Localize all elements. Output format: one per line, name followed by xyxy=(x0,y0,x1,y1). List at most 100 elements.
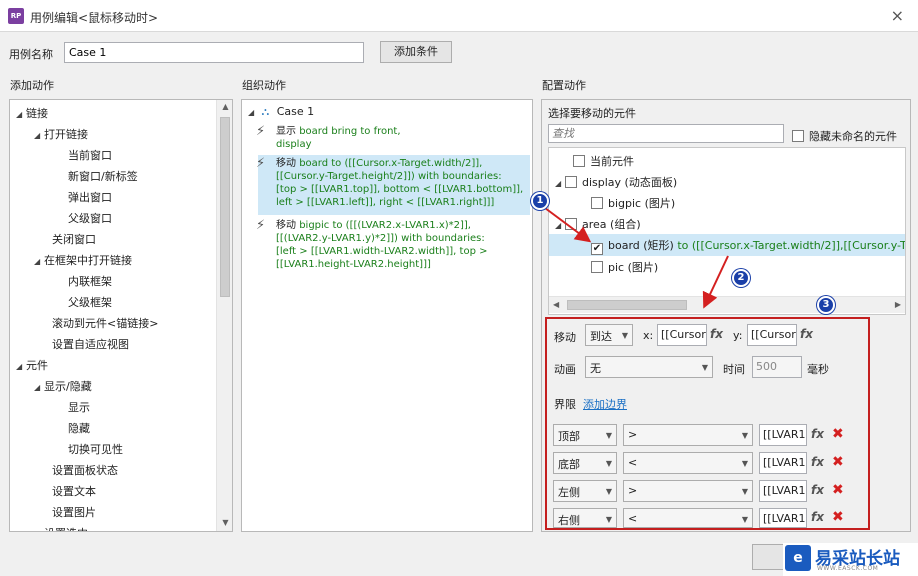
bound-value-input[interactable]: [[LVAR1. xyxy=(759,480,807,502)
bound-value-input[interactable]: [[LVAR1. xyxy=(759,452,807,474)
time-input[interactable]: 500 xyxy=(752,356,802,378)
collapse-triangle-icon[interactable]: ◢ xyxy=(34,383,44,392)
widget-checkbox[interactable] xyxy=(591,197,603,209)
widget-row-display[interactable]: ◢ display (动态面板) xyxy=(555,174,677,190)
widget-tree-hscroll[interactable]: ◀ ▶ xyxy=(549,296,905,313)
action-tree-item[interactable]: 设置图片 xyxy=(52,504,96,520)
action-tree-label: 在框架中打开链接 xyxy=(44,254,132,267)
action-tree-item[interactable]: 设置文本 xyxy=(52,483,96,499)
collapse-triangle-icon[interactable]: ◢ xyxy=(555,179,565,188)
widget-row-pic[interactable]: pic (图片) xyxy=(591,259,658,275)
bound-fx-button[interactable]: fx xyxy=(811,455,824,469)
widget-checkbox[interactable] xyxy=(565,218,577,230)
action-tree-item[interactable]: 隐藏 xyxy=(68,420,90,436)
action-tree-label: 父级框架 xyxy=(68,296,112,309)
y-fx-button[interactable]: fx xyxy=(800,327,813,341)
axure-app-icon: RP xyxy=(8,8,24,24)
bound-op-select[interactable]: < ▼ xyxy=(623,452,753,474)
scroll-up-icon[interactable]: ▲ xyxy=(217,102,232,111)
add-condition-button[interactable]: 添加条件 xyxy=(380,41,452,63)
scroll-left-icon[interactable]: ◀ xyxy=(553,300,559,309)
bound-op-select[interactable]: > ▼ xyxy=(623,480,753,502)
widget-checkbox[interactable] xyxy=(591,261,603,273)
bound-op-select[interactable]: < ▼ xyxy=(623,508,753,528)
action-tree-label: 设置文本 xyxy=(52,485,96,498)
bound-side-select[interactable]: 底部 ▼ xyxy=(553,452,617,474)
action-tree-label: 显示 xyxy=(68,401,90,414)
action-tree-item[interactable]: 父级框架 xyxy=(68,294,112,310)
badge-2: 2 xyxy=(732,269,750,287)
action-tree-item[interactable]: ◢ 显示/隐藏 xyxy=(34,378,92,394)
action-item-show[interactable]: ⚡ 显示 board bring to front, display xyxy=(256,125,530,155)
move-mode-select[interactable]: 到达 ▼ xyxy=(585,324,633,346)
action-tree-item[interactable]: 弹出窗口 xyxy=(68,189,112,205)
animation-select[interactable]: 无 ▼ xyxy=(585,356,713,378)
add-bounds-link[interactable]: 添加边界 xyxy=(583,396,627,412)
collapse-triangle-icon[interactable]: ◢ xyxy=(34,530,44,531)
badge-3: 3 xyxy=(817,296,835,314)
scroll-thumb[interactable] xyxy=(220,117,230,297)
y-input[interactable]: [[Cursor xyxy=(747,324,797,346)
widget-row-bigpic[interactable]: bigpic (图片) xyxy=(591,195,675,211)
collapse-triangle-icon[interactable]: ◢ xyxy=(555,221,565,230)
add-actions-heading: 添加动作 xyxy=(10,79,54,92)
action-item-move-board[interactable]: ⚡ 移动 board to ([[Cursor.x-Target.width/2… xyxy=(256,155,530,215)
close-icon[interactable]: × xyxy=(891,6,904,25)
widget-checkbox[interactable] xyxy=(573,155,585,167)
action-tree-item[interactable]: 父级窗口 xyxy=(68,210,112,226)
action-tree-item[interactable]: ◢ 链接 xyxy=(16,105,48,121)
delete-bound-icon[interactable]: ✖ xyxy=(832,482,844,498)
bound-value-input[interactable]: [[LVAR1. xyxy=(759,424,807,446)
action-tree-item[interactable]: ◢设置选中 xyxy=(34,525,88,531)
case-name-input[interactable] xyxy=(64,42,364,63)
x-fx-button[interactable]: fx xyxy=(710,327,723,341)
action-tree-item[interactable]: 内联框架 xyxy=(68,273,112,289)
action-tree-item[interactable]: 当前窗口 xyxy=(68,147,112,163)
action-tree-item[interactable]: 新窗口/新标签 xyxy=(68,168,138,184)
scroll-right-icon[interactable]: ▶ xyxy=(895,300,901,309)
lightning-icon: ⚡ xyxy=(256,156,266,171)
bound-value-input[interactable]: [[LVAR1. xyxy=(759,508,807,528)
widget-row-board[interactable]: ✔ board (矩形) to ([[Cursor.x-Target.width/… xyxy=(549,234,905,256)
action-tree-item[interactable]: 设置自适应视图 xyxy=(52,336,129,352)
bound-fx-button[interactable]: fx xyxy=(811,510,824,524)
bound-side-select[interactable]: 右侧 ▼ xyxy=(553,508,617,528)
bound-side-select[interactable]: 左侧 ▼ xyxy=(553,480,617,502)
bound-op-select[interactable]: > ▼ xyxy=(623,424,753,446)
collapse-triangle-icon[interactable]: ◢ xyxy=(16,110,26,119)
delete-bound-icon[interactable]: ✖ xyxy=(832,426,844,442)
collapse-triangle-icon[interactable]: ◢ xyxy=(34,257,44,266)
action-tree-item[interactable]: 滚动到元件<锚链接> xyxy=(52,315,158,331)
action-item-move-bigpic[interactable]: ⚡ 移动 bigpic to ([[(LVAR2.x-LVAR1.x)*2]],… xyxy=(256,219,530,275)
bound-fx-button[interactable]: fx xyxy=(811,427,824,441)
collapse-triangle-icon[interactable]: ◢ xyxy=(34,131,44,140)
widget-search-input[interactable] xyxy=(548,124,784,143)
add-actions-panel: ◢ 链接 ◢ 打开链接 当前窗口 新窗口/新标签 弹出窗口 父级窗口 关闭窗口 ◢ 在框架中打开链接… xyxy=(9,99,233,532)
action-tree-item[interactable]: ◢ 打开链接 xyxy=(34,126,88,142)
action-tree-item[interactable]: 显示 xyxy=(68,399,90,415)
hide-unnamed-row[interactable]: 隐藏未命名的元件 xyxy=(792,128,897,144)
scroll-down-icon[interactable]: ▼ xyxy=(217,518,232,527)
add-actions-scrollbar[interactable]: ▲ ▼ xyxy=(216,100,232,531)
delete-bound-icon[interactable]: ✖ xyxy=(832,509,844,525)
action-tree-item[interactable]: 切换可见性 xyxy=(68,441,123,457)
widget-checkbox[interactable] xyxy=(565,176,577,188)
widget-checkbox-checked[interactable]: ✔ xyxy=(591,243,603,255)
collapse-triangle-icon[interactable]: ◢ xyxy=(16,362,26,371)
action-tree-item[interactable]: ◢ 在框架中打开链接 xyxy=(34,252,132,268)
x-input[interactable]: [[Cursor xyxy=(657,324,707,346)
chevron-down-icon: ▼ xyxy=(741,459,748,468)
case-row[interactable]: ◢ ⛬ Case 1 xyxy=(248,105,314,119)
hscroll-thumb[interactable] xyxy=(567,300,687,310)
bound-fx-button[interactable]: fx xyxy=(811,483,824,497)
action-tree-item[interactable]: 设置面板状态 xyxy=(52,462,118,478)
delete-bound-icon[interactable]: ✖ xyxy=(832,454,844,470)
hide-unnamed-checkbox[interactable] xyxy=(792,130,804,142)
case-name-label: 用例名称 xyxy=(9,48,53,61)
bound-side-select[interactable]: 顶部 ▼ xyxy=(553,424,617,446)
widget-row-current[interactable]: 当前元件 xyxy=(573,153,634,169)
action-tree-item[interactable]: ◢ 元件 xyxy=(16,357,48,373)
widget-row-area[interactable]: ◢ area (组合) xyxy=(555,216,641,232)
action-tree-item[interactable]: 关闭窗口 xyxy=(52,231,96,247)
collapse-triangle-icon[interactable]: ◢ xyxy=(248,108,258,117)
